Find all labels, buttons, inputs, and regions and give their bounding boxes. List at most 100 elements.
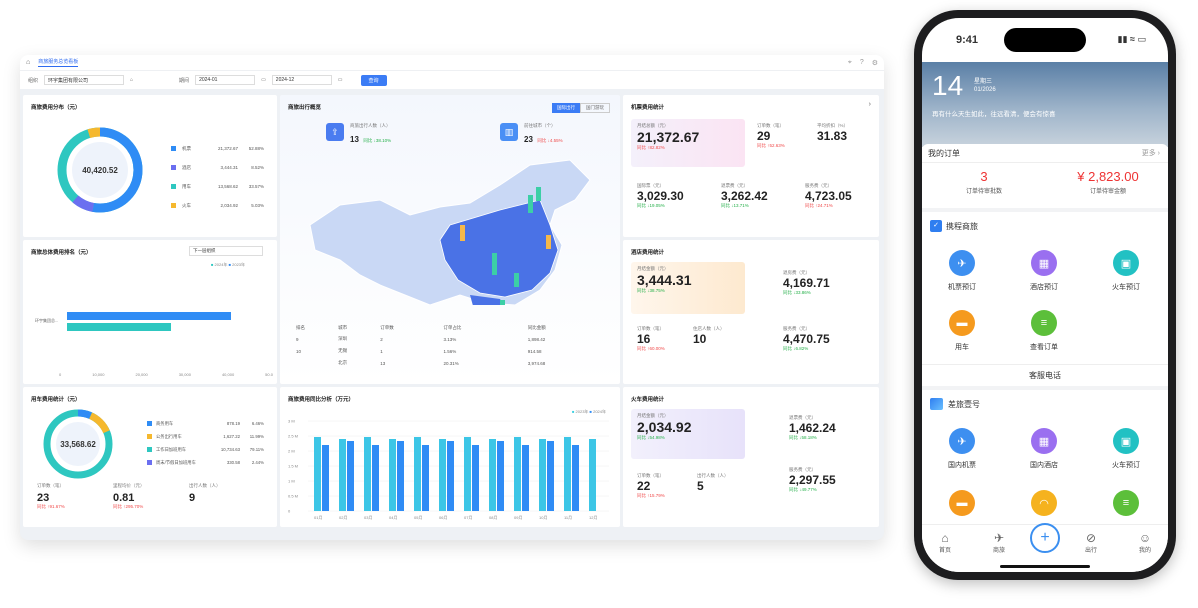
cities-change: 同比 ↓4.55%: [537, 138, 563, 143]
user-icon[interactable]: ⌂: [130, 77, 133, 83]
legend-amount: 2,034.92: [220, 203, 238, 208]
pending-amount[interactable]: ¥ 2,823.00: [1046, 169, 1168, 184]
car-legend-item: 公务出行用车 1,627.22 11.99%: [147, 430, 273, 443]
table-header: 排名 城市 订单数 订单占比 同比金额: [296, 323, 612, 333]
start-date-input[interactable]: 2024-01: [195, 75, 256, 85]
pending-label: 订单待审批数: [965, 189, 1002, 195]
car-stats: 订单数（笔） 23 同比 ↑91.67% 里程均价（元） 0.81 同比 ↑29…: [37, 483, 263, 523]
table-cell: 20.31%: [443, 360, 459, 366]
bar-2024[interactable]: [347, 441, 354, 511]
car-orders-value: 23: [37, 492, 50, 504]
bar-2024[interactable]: [397, 441, 404, 511]
bar-2023[interactable]: [589, 439, 596, 511]
bar-2023[interactable]: [514, 437, 521, 511]
settings-icon[interactable]: ⚙: [872, 59, 878, 67]
customer-service-button[interactable]: 客服电话: [922, 364, 1168, 386]
legend-2024: 2024年: [593, 409, 606, 414]
tab-international[interactable]: 国际出行: [552, 103, 580, 113]
orders-2[interactable]: ≡: [1096, 490, 1156, 522]
legend-swatch: [147, 460, 152, 465]
table-cell: 无锡: [338, 348, 348, 353]
table-row[interactable]: 9 深圳 2 3.13% 1,898.42: [296, 333, 612, 345]
calendar-icon[interactable]: ▭: [338, 77, 343, 83]
end-date-input[interactable]: 2024-12: [271, 75, 332, 85]
legend-amount: 13,568.62: [217, 184, 238, 189]
service-2[interactable]: ◠: [1014, 490, 1074, 522]
train-booking-2[interactable]: ▣ 火车预订: [1096, 428, 1156, 470]
nav-home[interactable]: ⌂ 首页: [930, 531, 960, 554]
bar-2023[interactable]: [414, 437, 421, 511]
nav-travel[interactable]: ✈ 商旅: [984, 531, 1014, 554]
car-booking-2[interactable]: ▬: [932, 490, 992, 522]
legend-amount: 1,627.22: [223, 434, 240, 439]
cities-label: 前往城市（个）: [524, 123, 556, 128]
home-icon[interactable]: ⌂: [26, 59, 30, 66]
hotel-booking[interactable]: ▦ 酒店预订: [1014, 250, 1074, 292]
bar-2024[interactable]: [547, 441, 554, 511]
nav-add-button[interactable]: +: [1030, 523, 1060, 553]
x-tick: 08月: [489, 515, 497, 520]
axis-tick: 0: [59, 372, 62, 377]
org-select[interactable]: 环宇集团有限公司: [44, 75, 125, 85]
bar-2023[interactable]: [564, 437, 571, 511]
dashboard-topbar: ⌂ 商旅服务总览看板 ⌖? ⚙: [20, 55, 884, 71]
view-orders[interactable]: ≡ 查看订单: [1014, 310, 1074, 352]
bar-2023[interactable]: [439, 439, 446, 511]
train-refund-value: 1,462.24: [789, 421, 836, 435]
bar-2024[interactable]: [447, 441, 454, 511]
bar-2024[interactable]: [372, 445, 379, 511]
travel-one-section: 差旅壹号 ✈ 国内机票 ▦ 国内酒店 ▣ 火车预订 ▬ ◠ ≡: [922, 390, 1168, 524]
car-avg-label: 里程均价（元）: [113, 483, 145, 488]
location-icon[interactable]: ⌖: [848, 59, 852, 67]
tab-domestic[interactable]: 国门游玩: [580, 103, 610, 113]
flight-orders-value: 29: [757, 129, 771, 143]
bar-2023[interactable]: [489, 439, 496, 511]
bar-2023[interactable]: [389, 439, 396, 511]
car-booking[interactable]: ▬ 用车: [932, 310, 992, 352]
bar-2024[interactable]: [422, 445, 429, 511]
bar-2023[interactable]: [539, 439, 546, 511]
hotel-booking-label: 酒店预订: [1030, 284, 1058, 291]
x-tick: 02月: [339, 515, 347, 520]
chevron-right-icon[interactable]: ›: [869, 101, 871, 108]
bar-2024[interactable]: [322, 445, 329, 511]
flight-change-change: 同比 ↓13.71%: [721, 203, 749, 208]
legend-2023: 2023年: [575, 409, 589, 414]
more-link[interactable]: 更多 ›: [1142, 148, 1160, 158]
legend-2023: 2023年: [232, 262, 246, 267]
help-icon[interactable]: ?: [860, 59, 864, 67]
table-row[interactable]: 北京 13 20.31% 3,974.68: [296, 357, 612, 369]
bar-2023[interactable]: [339, 439, 346, 511]
domestic-flight[interactable]: ✈ 国内机票: [932, 428, 992, 470]
bar-2023[interactable]: [364, 437, 371, 511]
tab-overview[interactable]: 商旅服务总览看板: [38, 58, 79, 67]
table-cell: 深圳: [338, 336, 348, 341]
nav-trip[interactable]: ⊘ 出行: [1076, 531, 1106, 554]
table-row[interactable]: 10 无锡 1 1.56% 914.58: [296, 345, 612, 357]
china-map[interactable]: [300, 155, 600, 305]
level-select[interactable]: 下一层组织: [189, 246, 263, 256]
calendar-icon[interactable]: ▭: [261, 77, 266, 83]
bar-2024[interactable]: [572, 445, 579, 511]
domestic-hotel[interactable]: ▦ 国内酒店: [1014, 428, 1074, 470]
y-tick: 3 M: [288, 419, 295, 424]
train-icon: ▣: [1113, 428, 1139, 454]
hotel-fee-change: 同比 ↓6.82%: [783, 346, 809, 351]
hotel-total-change: 同比 ↓38.75%: [637, 288, 665, 293]
rank-bar-2023: [67, 312, 231, 320]
search-button[interactable]: 查询: [360, 74, 387, 86]
bar-2024[interactable]: [472, 445, 479, 511]
bar-2023[interactable]: [314, 437, 321, 511]
table-cell: [296, 357, 338, 369]
flight-booking[interactable]: ✈ 机票预订: [932, 250, 992, 292]
nav-me[interactable]: ☺ 我的: [1130, 531, 1160, 554]
ranking-panel: 商旅总体费用排名（元） 下一层组织 ■ 2024年 ■ 2023年 环宇集团总.…: [23, 240, 277, 384]
bar-2023[interactable]: [464, 437, 471, 511]
bar-2024[interactable]: [497, 441, 504, 511]
pending-count[interactable]: 3: [922, 169, 1046, 184]
legend-pct: 5.03%: [251, 203, 264, 208]
bar-2024[interactable]: [522, 445, 529, 511]
train-booking[interactable]: ▣ 火车预订: [1096, 250, 1156, 292]
status-time: 9:41: [956, 34, 979, 46]
y-tick: 1 M: [288, 479, 295, 484]
